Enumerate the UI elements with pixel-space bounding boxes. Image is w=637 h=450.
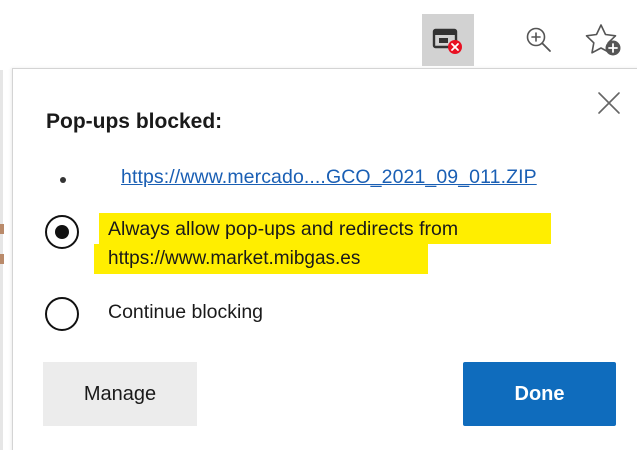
- dialog-title: Pop-ups blocked:: [46, 110, 223, 133]
- always-allow-label[interactable]: Always allow pop-ups and redirects from: [108, 218, 458, 241]
- popup-blocked-icon: [432, 28, 462, 54]
- add-favorite-icon: [585, 24, 621, 56]
- browser-window: Pop-ups blocked: https://www.mercado....…: [0, 0, 637, 450]
- done-button[interactable]: Done: [463, 362, 616, 426]
- manage-button[interactable]: Manage: [43, 362, 197, 426]
- close-icon: [598, 92, 620, 114]
- radio-always-allow[interactable]: [45, 215, 79, 249]
- zoom-in-icon: [526, 27, 551, 52]
- radio-selected-dot: [55, 225, 69, 239]
- radio-continue-blocking[interactable]: [45, 297, 79, 331]
- add-favorite-button[interactable]: [578, 16, 630, 64]
- close-button[interactable]: [592, 86, 626, 120]
- list-bullet: [60, 177, 66, 183]
- blocked-popup-link[interactable]: https://www.mercado....GCO_2021_09_011.Z…: [121, 166, 537, 189]
- zoom-button[interactable]: [515, 16, 563, 64]
- page-edge-mark: [0, 254, 4, 264]
- continue-blocking-label[interactable]: Continue blocking: [108, 301, 263, 324]
- always-allow-site[interactable]: https://www.market.mibgas.es: [108, 248, 360, 270]
- popup-blocked-button[interactable]: [422, 14, 474, 66]
- page-edge-mark: [0, 224, 4, 234]
